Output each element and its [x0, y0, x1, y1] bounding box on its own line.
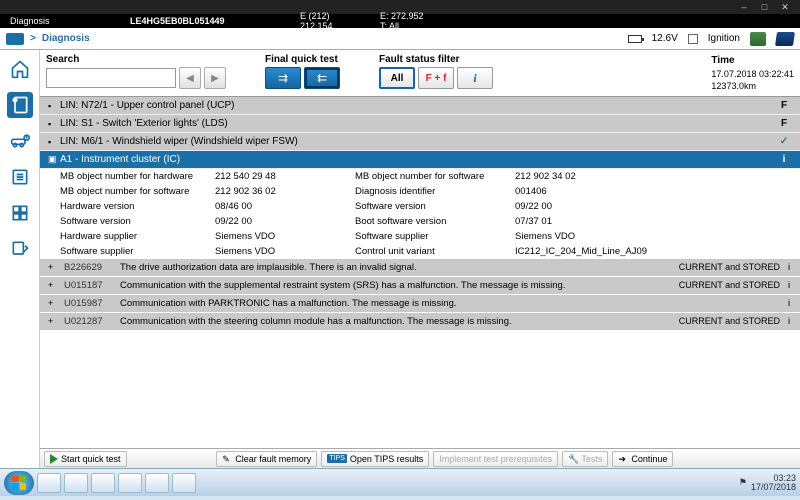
ecu-row[interactable]: ▪LIN: M6/1 - Windshield wiper (Windshiel… — [40, 133, 800, 151]
taskbar-item[interactable] — [145, 473, 169, 493]
fault-message: Communication with the supplemental rest… — [120, 280, 654, 291]
taskbar-item[interactable] — [37, 473, 61, 493]
ignition-label: Ignition — [708, 33, 740, 44]
clear-fault-button[interactable]: ✎Clear fault memory — [216, 451, 317, 467]
fault-status: CURRENT and STORED — [660, 262, 780, 272]
fault-message: Communication with PARKTRONIC has a malf… — [120, 298, 654, 309]
ecu-row[interactable]: ▪LIN: S1 - Switch 'Exterior lights' (LDS… — [40, 115, 800, 133]
fault-row[interactable]: + U015987 Communication with PARKTRONIC ha… — [40, 295, 800, 313]
fault-row[interactable]: + B226629 The drive authorization data are… — [40, 259, 800, 277]
ecu-list[interactable]: ▪LIN: N72/1 - Upper control panel (UCP)F… — [40, 97, 800, 448]
taskbar-item[interactable] — [91, 473, 115, 493]
filter-label: Fault status filter — [379, 54, 529, 65]
sidebar-vehicle-alert-icon[interactable] — [7, 128, 33, 154]
expand-icon[interactable]: + — [48, 280, 58, 290]
play-icon — [50, 454, 58, 464]
taskbar-item[interactable] — [172, 473, 196, 493]
fault-code: U015987 — [64, 298, 114, 309]
sidebar-list-icon[interactable] — [7, 164, 33, 190]
fault-status: CURRENT and STORED — [660, 316, 780, 326]
wrench-icon: 🔧 — [568, 454, 578, 464]
taskbar-item[interactable] — [64, 473, 88, 493]
collapse-icon[interactable]: ▣ — [48, 154, 60, 165]
sidebar-home-icon[interactable] — [7, 56, 33, 82]
fault-status: CURRENT and STORED — [660, 280, 780, 290]
header-engine: E: 272.952 T: All — [380, 11, 430, 31]
detail-row: Software supplierSiemens VDOControl unit… — [40, 244, 800, 259]
fault-code: U021287 — [64, 316, 114, 327]
expand-icon[interactable]: + — [48, 298, 58, 308]
detail-row: Software version09/22 00Boot software ve… — [40, 214, 800, 229]
sidebar-diagnosis-icon[interactable] — [7, 92, 33, 118]
header-model: E (212) 212.154 — [300, 11, 350, 31]
arrow-right-icon: ➔ — [618, 454, 628, 464]
quicktest-back-button[interactable]: ⇇ — [304, 67, 340, 89]
voltage-value: 12.6V — [652, 33, 678, 44]
action-bar: Start quick test ✎Clear fault memory TIP… — [40, 448, 800, 468]
fault-row[interactable]: + U021287 Communication with the steering … — [40, 313, 800, 331]
tray-flag-icon[interactable]: ⚑ — [739, 477, 747, 488]
window-controls: – □ ✕ — [735, 2, 794, 13]
search-input[interactable] — [46, 68, 176, 88]
taskbar-item[interactable] — [118, 473, 142, 493]
breadcrumb-sep: > — [30, 33, 36, 44]
detail-row: Hardware version08/46 00Software version… — [40, 199, 800, 214]
start-quick-test-button[interactable]: Start quick test — [44, 451, 127, 467]
expand-icon[interactable]: + — [48, 316, 58, 326]
content-toolbar: Search ◀ ▶ Final quick test ⇉ ⇇ Fault st… — [40, 50, 800, 97]
time-box: Time 17.07.2018 03:22:41 12373.0km — [711, 54, 794, 92]
fault-code: U015187 — [64, 280, 114, 291]
ignition-checkbox[interactable] — [688, 34, 698, 44]
sidebar-grid-icon[interactable] — [7, 200, 33, 226]
expand-icon[interactable]: ▪ — [48, 137, 60, 147]
system-tray[interactable]: ⚑ 03:23 17/07/2018 — [739, 474, 796, 492]
ecu-row-expanded[interactable]: ▣ A1 - Instrument cluster (IC) i — [40, 151, 800, 169]
maximize-button[interactable]: □ — [755, 2, 773, 12]
print-icon[interactable] — [750, 32, 766, 46]
breadcrumb-current: Diagnosis — [42, 33, 90, 44]
tips-icon: TIPS — [327, 454, 347, 463]
tests-button: 🔧Tests — [562, 451, 608, 467]
quicktest-forward-button[interactable]: ⇉ — [265, 67, 301, 89]
open-tips-button[interactable]: TIPSOpen TIPS results — [321, 451, 429, 467]
os-taskbar[interactable]: ⚑ 03:23 17/07/2018 — [0, 468, 800, 496]
expand-icon[interactable]: ▪ — [48, 101, 60, 111]
filter-all-button[interactable]: All — [379, 67, 415, 89]
app-header: Diagnosis LE4HG5EB0BL051449 E (212) 212.… — [0, 14, 800, 28]
time-value: 17.07.2018 03:22:41 — [711, 69, 794, 81]
breadcrumb-bar: > Diagnosis 12.6V Ignition — [0, 28, 800, 50]
eraser-icon: ✎ — [222, 454, 232, 464]
fault-message: The drive authorization data are implaus… — [120, 262, 654, 273]
close-button[interactable]: ✕ — [776, 2, 794, 13]
minimize-button[interactable]: – — [735, 2, 753, 12]
quicktest-label: Final quick test — [265, 54, 375, 65]
start-button[interactable] — [4, 471, 34, 495]
continue-button[interactable]: ➔Continue — [612, 451, 673, 467]
fault-row[interactable]: + U015187 Communication with the supplemen… — [40, 277, 800, 295]
fault-code: B226629 — [64, 262, 114, 273]
sidebar — [0, 50, 40, 468]
content-pane: Search ◀ ▶ Final quick test ⇉ ⇇ Fault st… — [40, 50, 800, 468]
sidebar-tools-icon[interactable] — [7, 236, 33, 262]
detail-row: MB object number for software212 902 36 … — [40, 184, 800, 199]
help-book-icon[interactable] — [775, 32, 795, 46]
header-vin: LE4HG5EB0BL051449 — [130, 16, 270, 26]
battery-icon — [628, 35, 642, 43]
prereq-button: Implement test prerequisites — [433, 451, 558, 467]
detail-row: Hardware supplierSiemens VDOSoftware sup… — [40, 229, 800, 244]
detail-row: MB object number for hardware212 540 29 … — [40, 169, 800, 184]
fault-message: Communication with the steering column m… — [120, 316, 654, 327]
search-prev-button[interactable]: ◀ — [179, 67, 201, 89]
ecu-row[interactable]: ▪LIN: N72/1 - Upper control panel (UCP)F — [40, 97, 800, 115]
filter-i-button[interactable]: i — [457, 67, 493, 89]
expand-icon[interactable]: + — [48, 262, 58, 272]
filter-ff-button[interactable]: F + f — [418, 67, 454, 89]
distance-value: 12373.0km — [711, 81, 794, 93]
header-section: Diagnosis — [10, 16, 100, 26]
vehicle-icon[interactable] — [6, 33, 24, 45]
expand-icon[interactable]: ▪ — [48, 119, 60, 129]
search-label: Search — [46, 54, 261, 65]
tray-clock[interactable]: 03:23 17/07/2018 — [751, 474, 796, 492]
search-next-button[interactable]: ▶ — [204, 67, 226, 89]
